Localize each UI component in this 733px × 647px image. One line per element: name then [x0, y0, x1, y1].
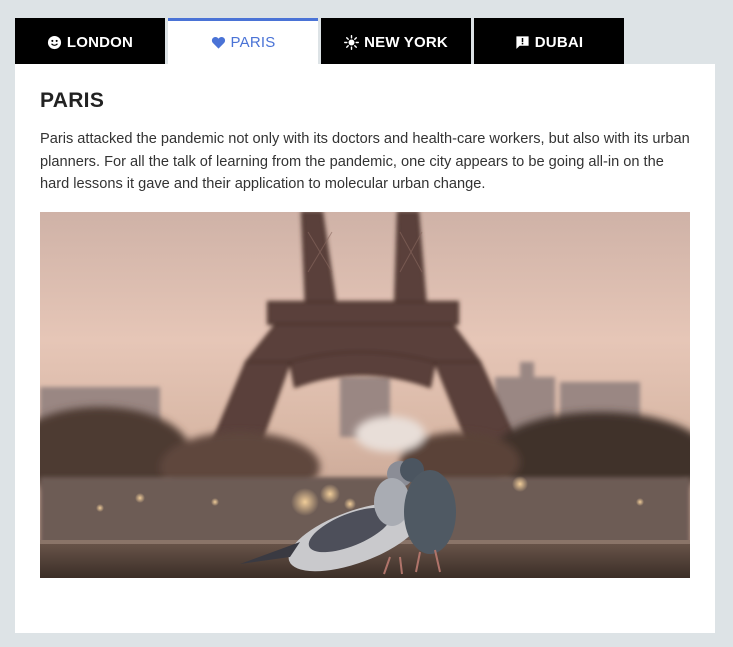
tab-london[interactable]: LONDON — [15, 18, 165, 64]
panel-body-text: Paris attacked the pandemic not only wit… — [40, 131, 690, 193]
smiley-icon — [47, 35, 62, 50]
comment-flag-icon — [515, 35, 530, 50]
tabs-widget: LONDON PARIS NEW YORK DUBAI PARIS Paris … — [15, 18, 715, 633]
tab-paris[interactable]: PARIS — [168, 18, 318, 64]
tab-panel-paris: PARIS Paris attacked the pandemic not on… — [15, 64, 715, 633]
heart-icon — [211, 35, 226, 50]
tab-london-label: LONDON — [66, 34, 134, 51]
tab-new-york[interactable]: NEW YORK — [321, 18, 471, 64]
tab-bar: LONDON PARIS NEW YORK DUBAI — [15, 18, 715, 64]
tab-paris-label: PARIS — [230, 34, 276, 51]
tab-new-york-label: NEW YORK — [364, 34, 448, 51]
tab-dubai-label: DUBAI — [534, 34, 584, 51]
tab-dubai[interactable]: DUBAI — [474, 18, 624, 64]
panel-title: PARIS — [40, 89, 105, 112]
sun-icon — [344, 35, 360, 50]
eiffel-tower-photo — [40, 211, 690, 578]
